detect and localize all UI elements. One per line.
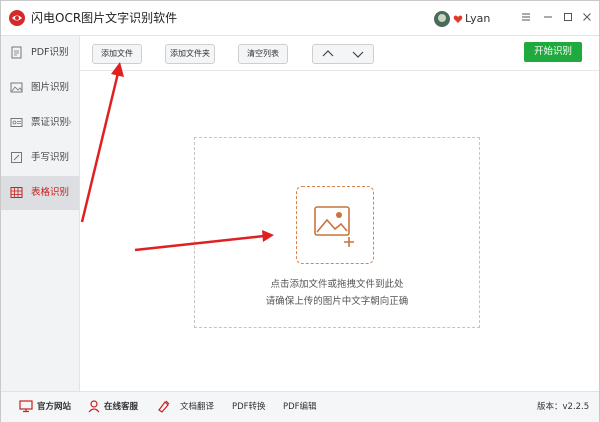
table-icon [10, 187, 23, 198]
sidebar-item-handwriting[interactable]: 手写识别 [1, 141, 79, 175]
app-title: 闪电OCR图片文字识别软件 [31, 11, 178, 25]
sidebar-item-label: 表格识别 [31, 187, 70, 198]
official-website-link[interactable]: 官方网站 [37, 401, 71, 413]
online-support-link[interactable]: 在线客服 [104, 401, 138, 413]
sidebar-item-image[interactable]: 图片识别 [1, 71, 79, 105]
close-icon[interactable] [580, 10, 594, 24]
monitor-icon [19, 400, 33, 413]
username[interactable]: Lyan [465, 12, 490, 26]
vip-heart-icon [453, 15, 463, 23]
document-translate-link[interactable]: 文档翻译 [180, 401, 214, 413]
pdf-icon [11, 46, 22, 59]
chevron-up-icon [322, 50, 334, 57]
sidebar-item-pdf[interactable]: PDF识别 [1, 36, 79, 70]
start-recognition-button[interactable]: 开始识别 [524, 42, 582, 62]
upload-image-box[interactable] [296, 186, 374, 264]
customer-service-icon [88, 400, 100, 413]
reorder-buttons [312, 44, 374, 64]
sidebar-item-label: 票证识别 [31, 117, 70, 128]
image-icon [10, 82, 23, 93]
app-logo-icon [9, 10, 25, 26]
drop-hint-line2: 请确保上传的图片中文字朝向正确 [265, 296, 409, 307]
clear-list-button[interactable]: 清空列表 [238, 44, 288, 64]
drop-hint-line1: 点击添加文件或拖拽文件到此处 [270, 279, 404, 290]
app-window: 闪电OCR图片文字识别软件 Lyan PDF识别 图片识别 票证识别 › 手写识… [0, 0, 600, 422]
translate-icon [158, 400, 170, 413]
pdf-edit-link[interactable]: PDF编辑 [283, 401, 317, 413]
add-image-icon [314, 206, 354, 247]
title-bar: 闪电OCR图片文字识别软件 Lyan [1, 1, 599, 36]
sidebar-item-table[interactable]: 表格识别 [1, 176, 79, 210]
handwriting-icon [11, 152, 22, 163]
footer-bar: 官方网站 在线客服 文档翻译 PDF转换 PDF编辑 版本：v2.2.5 [1, 391, 599, 422]
move-down-button[interactable] [343, 45, 373, 63]
toolbar: 添加文件 添加文件夹 清空列表 开始识别 [80, 36, 599, 71]
maximize-icon[interactable] [561, 10, 575, 24]
minimize-icon[interactable] [541, 10, 555, 24]
add-file-button[interactable]: 添加文件 [92, 44, 142, 64]
ticket-icon [10, 118, 23, 127]
add-folder-button[interactable]: 添加文件夹 [165, 44, 215, 64]
version-label: 版本：v2.2.5 [537, 402, 590, 412]
sidebar-item-ticket[interactable]: 票证识别 › [1, 106, 79, 140]
chevron-down-icon [352, 51, 364, 58]
pdf-convert-link[interactable]: PDF转换 [232, 401, 266, 413]
user-avatar[interactable] [434, 11, 450, 27]
chevron-right-icon: › [68, 117, 72, 128]
move-up-button[interactable] [313, 45, 343, 63]
sidebar-item-label: 手写识别 [31, 152, 70, 163]
sidebar-item-label: PDF识别 [31, 47, 69, 58]
sidebar: PDF识别 图片识别 票证识别 › 手写识别 表格识别 [1, 36, 80, 391]
sidebar-item-label: 图片识别 [31, 82, 70, 93]
menu-icon[interactable] [519, 10, 533, 24]
